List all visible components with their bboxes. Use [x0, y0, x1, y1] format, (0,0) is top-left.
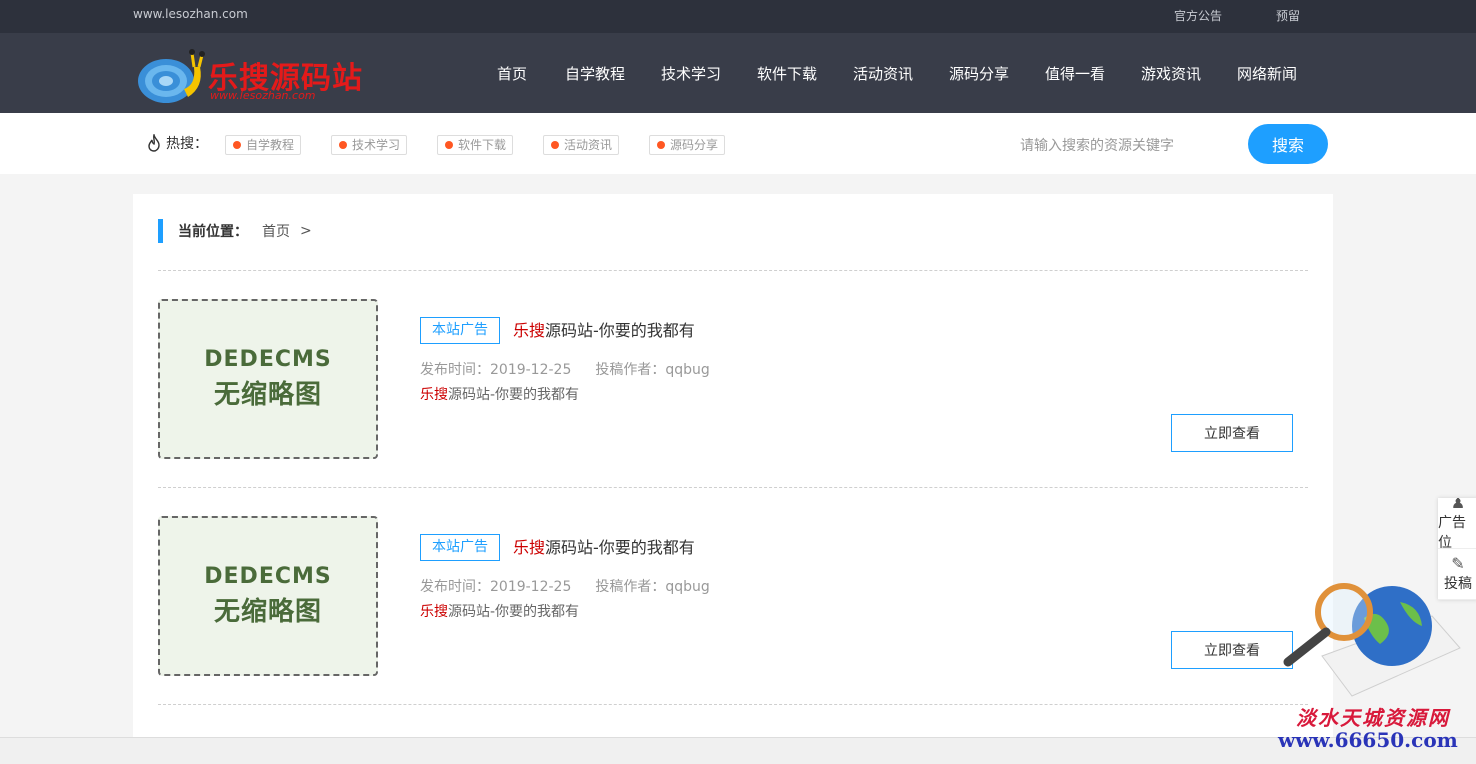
- article-thumbnail[interactable]: DEDECMS 无缩略图: [158, 516, 378, 676]
- hot-tag-source[interactable]: 源码分享: [649, 135, 726, 155]
- watermark-text-1: 淡水天城资源网: [1296, 706, 1450, 730]
- nav-item-news[interactable]: 网络新闻: [1237, 63, 1297, 84]
- nav-item-home[interactable]: 首页: [497, 63, 527, 84]
- search-input[interactable]: [1020, 133, 1230, 159]
- publish-date: 发布时间：2019-12-25: [420, 579, 572, 595]
- ad-badge: 本站广告: [420, 317, 500, 344]
- desc-highlight: 乐搜: [420, 604, 448, 620]
- nav-item-tech[interactable]: 技术学习: [661, 63, 721, 84]
- article-author: 投稿作者：qqbug: [595, 362, 710, 378]
- site-domain: www.lesozhan.com: [133, 7, 248, 21]
- hot-tag-tech[interactable]: 技术学习: [331, 135, 408, 155]
- article-title[interactable]: 乐搜源码站-你要的我都有: [513, 317, 695, 341]
- breadcrumb-home-link[interactable]: 首页: [262, 221, 290, 241]
- content-panel: 当前位置： 首页 > DEDECMS 无缩略图 本站广告 乐搜源码站-你要的我都…: [133, 194, 1333, 754]
- thumbnail-text-line1: DEDECMS: [204, 347, 332, 372]
- article-author: 投稿作者：qqbug: [595, 579, 710, 595]
- divider: [158, 704, 1308, 705]
- divider: [158, 270, 1308, 271]
- list-item: DEDECMS 无缩略图 本站广告 乐搜源码站-你要的我都有 发布时间：2019…: [158, 299, 1308, 461]
- divider: [158, 487, 1308, 488]
- article-thumbnail[interactable]: DEDECMS 无缩略图: [158, 299, 378, 459]
- desc-rest: 源码站-你要的我都有: [448, 604, 580, 620]
- site-logo[interactable]: 乐搜源码站 www.lesozhan.com: [136, 47, 376, 103]
- thumbnail-text-line2: 无缩略图: [213, 380, 322, 410]
- hot-tag-events[interactable]: 活动资讯: [543, 135, 620, 155]
- official-notice-link[interactable]: 官方公告: [1174, 7, 1222, 24]
- nav-item-software[interactable]: 软件下载: [757, 63, 817, 84]
- article-meta: 发布时间：2019-12-25 投稿作者：qqbug: [420, 576, 710, 596]
- reserved-link[interactable]: 预留: [1276, 7, 1300, 24]
- flame-icon: [148, 134, 160, 152]
- desc-rest: 源码站-你要的我都有: [448, 387, 580, 403]
- side-ad-label: 广告位: [1438, 515, 1466, 549]
- thumbnail-text-line1: DEDECMS: [204, 564, 332, 589]
- hot-search-label: 热搜：: [146, 133, 208, 153]
- article-meta: 发布时间：2019-12-25 投稿作者：qqbug: [420, 359, 710, 379]
- nav-item-events[interactable]: 活动资讯: [853, 63, 913, 84]
- breadcrumb-accent-bar: [158, 219, 163, 243]
- article-description: 乐搜源码站-你要的我都有: [420, 384, 579, 404]
- title-highlight: 乐搜: [513, 538, 546, 557]
- logo-subtitle: www.lesozhan.com: [210, 89, 316, 102]
- nav-item-source[interactable]: 源码分享: [949, 63, 1009, 84]
- hot-tag-software[interactable]: 软件下载: [437, 135, 514, 155]
- desc-highlight: 乐搜: [420, 387, 448, 403]
- nav-item-games[interactable]: 游戏资讯: [1141, 63, 1201, 84]
- magnifier-globe-watermark-icon: [1283, 583, 1461, 697]
- side-ad-button[interactable]: ♟ 广告位: [1438, 498, 1476, 549]
- list-item: DEDECMS 无缩略图 本站广告 乐搜源码站-你要的我都有 发布时间：2019…: [158, 516, 1308, 678]
- hot-search-text: 热搜：: [166, 136, 208, 152]
- view-now-button[interactable]: 立即查看: [1171, 631, 1293, 669]
- main-header: 乐搜源码站 www.lesozhan.com 首页 自学教程 技术学习 软件下载…: [0, 33, 1476, 113]
- article-description: 乐搜源码站-你要的我都有: [420, 601, 579, 621]
- user-icon: ♟: [1450, 498, 1466, 512]
- hot-search-bar: 热搜： 自学教程 技术学习 软件下载 活动资讯 源码分享 搜索: [0, 113, 1476, 174]
- top-bar: www.lesozhan.com 官方公告 预留: [0, 0, 1476, 33]
- search-button[interactable]: 搜索: [1248, 124, 1328, 164]
- hot-tag-self-study[interactable]: 自学教程: [225, 135, 302, 155]
- title-rest: 源码站-你要的我都有: [545, 321, 695, 340]
- title-highlight: 乐搜: [513, 321, 546, 340]
- bottom-strip: [0, 737, 1476, 764]
- breadcrumb: 当前位置： 首页 >: [158, 219, 312, 243]
- breadcrumb-label: 当前位置：: [178, 224, 248, 240]
- watermark-text-2: www.66650.com: [1278, 728, 1458, 752]
- nav-item-self-study[interactable]: 自学教程: [565, 63, 625, 84]
- title-rest: 源码站-你要的我都有: [545, 538, 695, 557]
- thumbnail-text-line2: 无缩略图: [213, 597, 322, 627]
- snail-logo-icon: [138, 49, 205, 103]
- view-now-button[interactable]: 立即查看: [1171, 414, 1293, 452]
- breadcrumb-separator: >: [300, 223, 312, 239]
- publish-date: 发布时间：2019-12-25: [420, 362, 572, 378]
- article-title[interactable]: 乐搜源码站-你要的我都有: [513, 534, 695, 558]
- edit-icon: ✎: [1451, 554, 1465, 573]
- ad-badge: 本站广告: [420, 534, 500, 561]
- nav-item-worth[interactable]: 值得一看: [1045, 63, 1105, 84]
